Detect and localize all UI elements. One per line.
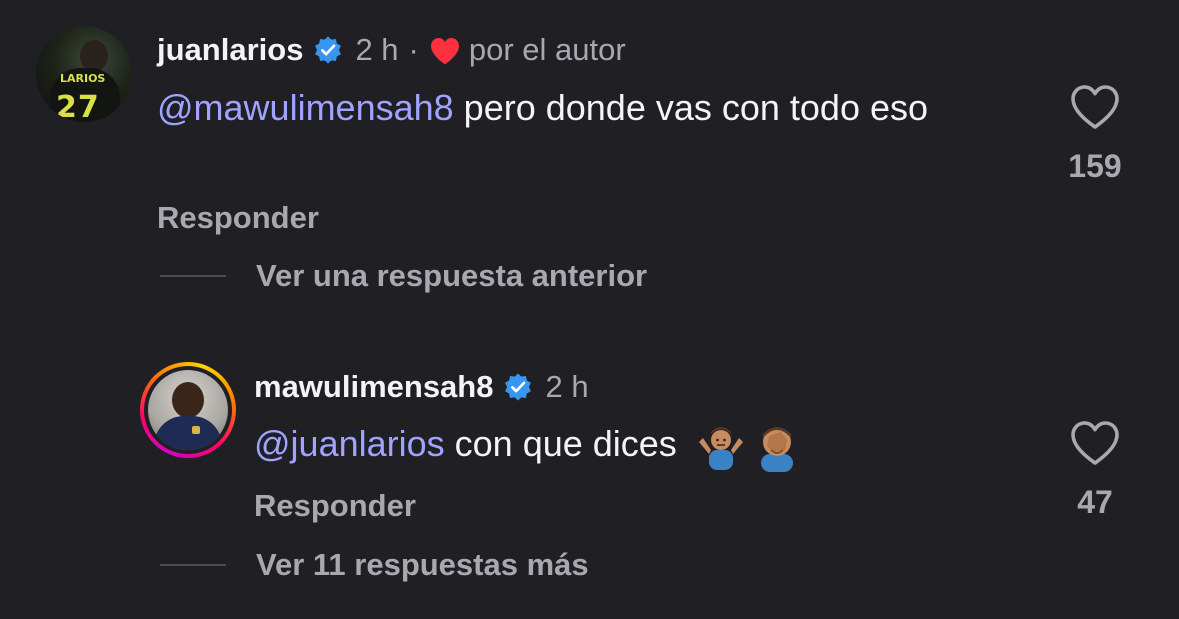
like-count: 47: [1077, 484, 1113, 520]
timestamp: 2 h: [545, 369, 589, 404]
man-shrugging-emoji-icon: [698, 427, 743, 471]
avatar[interactable]: [148, 370, 228, 450]
comment-body: con que dices: [444, 423, 687, 464]
comments-thread: LARIOS 27 juanlarios 2 h · por el autor …: [0, 0, 1179, 619]
avatar-crest: [192, 426, 200, 434]
comment-text: @juanlarios con que dices: [254, 420, 1014, 473]
verified-badge-icon: [505, 373, 532, 401]
reply-button[interactable]: Responder: [254, 488, 416, 524]
man-facepalming-emoji-icon: [760, 427, 793, 473]
emoji-group: [695, 420, 807, 473]
mention-link[interactable]: @juanlarios: [254, 423, 445, 464]
username[interactable]: mawulimensah8: [254, 369, 493, 405]
avatar-head: [172, 382, 204, 418]
view-more-replies-button[interactable]: Ver 11 respuestas más: [160, 547, 589, 583]
heart-outline-icon[interactable]: [1070, 420, 1120, 466]
like-control: 47: [1055, 420, 1135, 521]
avatar-body: [154, 416, 222, 450]
comment-header: mawulimensah8 2 h: [254, 369, 589, 405]
comment-mawulimensah8: mawulimensah8 2 h @juanlarios con que di…: [0, 0, 1179, 619]
thread-line: [160, 564, 226, 566]
thread-toggle-label: Ver 11 respuestas más: [256, 547, 589, 582]
